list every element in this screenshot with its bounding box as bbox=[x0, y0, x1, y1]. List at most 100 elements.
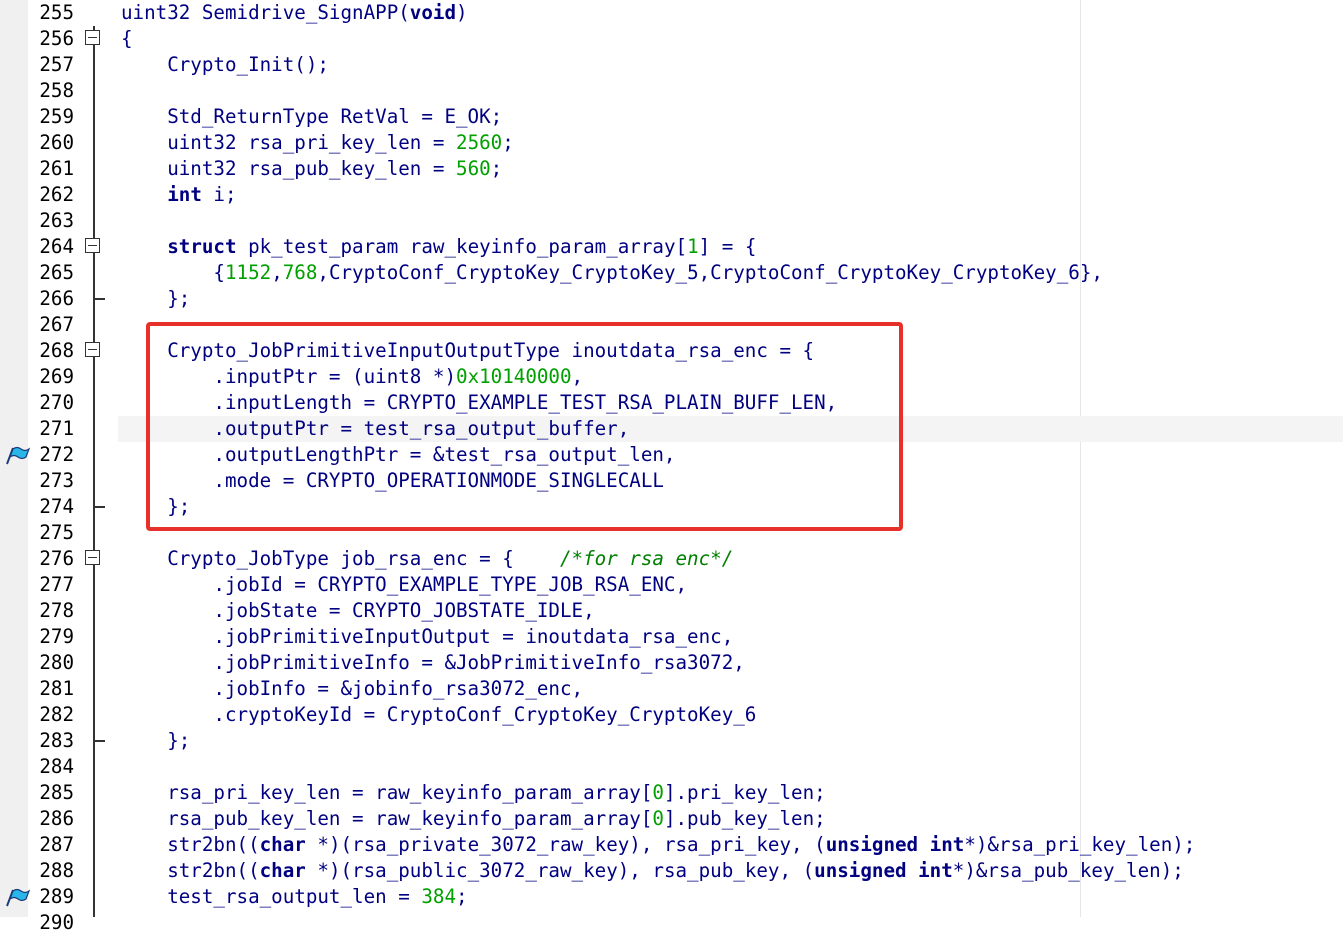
code-token: char bbox=[259, 859, 306, 882]
code-token: .outputPtr = test_rsa_output_buffer, bbox=[121, 417, 630, 440]
code-text[interactable]: uint32 Semidrive_SignAPP(void) bbox=[121, 0, 468, 26]
code-line[interactable]: 273 .mode = CRYPTO_OPERATIONMODE_SINGLEC… bbox=[0, 468, 1343, 494]
code-line[interactable]: 260 uint32 rsa_pri_key_len = 2560; bbox=[0, 130, 1343, 156]
code-token: test_rsa_output_len = bbox=[121, 885, 422, 908]
code-token: .jobPrimitiveInputOutput = inoutdata_rsa… bbox=[121, 625, 734, 648]
code-text[interactable]: }; bbox=[121, 728, 190, 754]
code-token: 768 bbox=[282, 261, 318, 284]
line-number: 265 bbox=[39, 261, 74, 284]
code-line[interactable]: 268 Crypto_JobPrimitiveInputOutputType i… bbox=[0, 338, 1343, 364]
line-number: 287 bbox=[39, 833, 74, 856]
line-number: 289 bbox=[39, 885, 74, 908]
code-text[interactable]: {1152,768,CryptoConf_CryptoKey_CryptoKey… bbox=[121, 260, 1103, 286]
code-text[interactable]: .jobPrimitiveInfo = &JobPrimitiveInfo_rs… bbox=[121, 650, 745, 676]
code-line[interactable]: 257 Crypto_Init(); bbox=[0, 52, 1343, 78]
code-line[interactable]: 276 Crypto_JobType job_rsa_enc = { /*for… bbox=[0, 546, 1343, 572]
code-line[interactable]: 281 .jobInfo = &jobinfo_rsa3072_enc, bbox=[0, 676, 1343, 702]
code-token: struct bbox=[167, 235, 237, 258]
code-text[interactable]: .outputLengthPtr = &test_rsa_output_len, bbox=[121, 442, 675, 468]
code-line[interactable]: 266 }; bbox=[0, 286, 1343, 312]
code-text[interactable]: .cryptoKeyId = CryptoConf_CryptoKey_Cryp… bbox=[121, 702, 756, 728]
code-text[interactable]: test_rsa_output_len = 384; bbox=[121, 884, 467, 910]
code-line[interactable]: 279 .jobPrimitiveInputOutput = inoutdata… bbox=[0, 624, 1343, 650]
code-token: .inputPtr = (uint8 *) bbox=[121, 365, 457, 388]
code-text[interactable]: Crypto_JobPrimitiveInputOutputType inout… bbox=[121, 338, 814, 364]
code-token: ) bbox=[456, 1, 468, 24]
code-token: unsigned int bbox=[814, 859, 953, 882]
fold-collapse-icon[interactable] bbox=[85, 238, 100, 253]
fold-collapse-icon[interactable] bbox=[85, 550, 100, 565]
code-text[interactable]: .jobPrimitiveInputOutput = inoutdata_rsa… bbox=[121, 624, 733, 650]
code-text[interactable]: str2bn((char *)(rsa_public_3072_raw_key)… bbox=[121, 858, 1184, 884]
code-editor[interactable]: 255 uint32 Semidrive_SignAPP(void) 256 {257… bbox=[0, 0, 1343, 934]
code-line[interactable]: 290 bbox=[0, 910, 1343, 936]
line-number: 266 bbox=[39, 287, 74, 310]
line-number: 259 bbox=[39, 105, 74, 128]
fold-collapse-icon[interactable] bbox=[85, 342, 100, 357]
code-line[interactable]: 269 .inputPtr = (uint8 *)0x10140000, bbox=[0, 364, 1343, 390]
code-text[interactable]: .jobInfo = &jobinfo_rsa3072_enc, bbox=[121, 676, 583, 702]
code-token: { bbox=[121, 261, 225, 284]
code-line[interactable]: 284 bbox=[0, 754, 1343, 780]
code-line[interactable]: 277 .jobId = CRYPTO_EXAMPLE_TYPE_JOB_RSA… bbox=[0, 572, 1343, 598]
fold-collapse-icon[interactable] bbox=[85, 30, 100, 45]
code-text[interactable]: .inputLength = CRYPTO_EXAMPLE_TEST_RSA_P… bbox=[121, 390, 837, 416]
code-line[interactable]: 275 bbox=[0, 520, 1343, 546]
code-text[interactable]: .mode = CRYPTO_OPERATIONMODE_SINGLECALL bbox=[121, 468, 664, 494]
code-token: .jobPrimitiveInfo = &JobPrimitiveInfo_rs… bbox=[121, 651, 745, 674]
code-line[interactable]: 278 .jobState = CRYPTO_JOBSTATE_IDLE, bbox=[0, 598, 1343, 624]
line-number: 288 bbox=[39, 859, 74, 882]
code-line[interactable]: 271 .outputPtr = test_rsa_output_buffer, bbox=[0, 416, 1343, 442]
code-text[interactable]: uint32 rsa_pri_key_len = 2560; bbox=[121, 130, 514, 156]
code-text[interactable]: .inputPtr = (uint8 *)0x10140000, bbox=[121, 364, 583, 390]
code-text[interactable]: str2bn((char *)(rsa_private_3072_raw_key… bbox=[121, 832, 1195, 858]
line-number: 262 bbox=[39, 183, 74, 206]
line-number: 276 bbox=[39, 547, 74, 570]
code-line[interactable]: 286 rsa_pub_key_len = raw_keyinfo_param_… bbox=[0, 806, 1343, 832]
code-line[interactable]: 262 int i; bbox=[0, 182, 1343, 208]
code-line[interactable]: 263 bbox=[0, 208, 1343, 234]
line-number: 278 bbox=[39, 599, 74, 622]
code-line[interactable]: 272 .outputLengthPtr = &test_rsa_output_… bbox=[0, 442, 1343, 468]
code-line[interactable]: 288 str2bn((char *)(rsa_public_3072_raw_… bbox=[0, 858, 1343, 884]
code-text[interactable]: { bbox=[121, 26, 133, 52]
line-number: 284 bbox=[39, 755, 74, 778]
code-line[interactable]: 255 uint32 Semidrive_SignAPP(void) bbox=[0, 0, 1343, 26]
code-line[interactable]: 287 str2bn((char *)(rsa_private_3072_raw… bbox=[0, 832, 1343, 858]
code-text[interactable]: Crypto_Init(); bbox=[121, 52, 329, 78]
code-line[interactable]: 274 }; bbox=[0, 494, 1343, 520]
code-line[interactable]: 289 test_rsa_output_len = 384; bbox=[0, 884, 1343, 910]
line-number: 256 bbox=[39, 27, 74, 50]
code-line[interactable]: 264 struct pk_test_param raw_keyinfo_par… bbox=[0, 234, 1343, 260]
code-line[interactable]: 280 .jobPrimitiveInfo = &JobPrimitiveInf… bbox=[0, 650, 1343, 676]
code-token: 560 bbox=[456, 157, 491, 180]
code-text[interactable]: uint32 rsa_pub_key_len = 560; bbox=[121, 156, 502, 182]
code-text[interactable]: .outputPtr = test_rsa_output_buffer, bbox=[121, 416, 629, 442]
code-token: .inputLength = CRYPTO_EXAMPLE_TEST_RSA_P… bbox=[121, 391, 838, 414]
code-line[interactable]: 256 { bbox=[0, 26, 1343, 52]
code-text[interactable]: int i; bbox=[121, 182, 237, 208]
code-line[interactable]: 270 .inputLength = CRYPTO_EXAMPLE_TEST_R… bbox=[0, 390, 1343, 416]
code-text[interactable]: }; bbox=[121, 494, 190, 520]
code-line[interactable]: 285 rsa_pri_key_len = raw_keyinfo_param_… bbox=[0, 780, 1343, 806]
line-number: 268 bbox=[39, 339, 74, 362]
code-line[interactable]: 258 bbox=[0, 78, 1343, 104]
code-line[interactable]: 261 uint32 rsa_pub_key_len = 560; bbox=[0, 156, 1343, 182]
code-token: i; bbox=[201, 183, 237, 206]
code-line[interactable]: 265 {1152,768,CryptoConf_CryptoKey_Crypt… bbox=[0, 260, 1343, 286]
code-line[interactable]: 259 Std_ReturnType RetVal = E_OK; bbox=[0, 104, 1343, 130]
code-text[interactable]: rsa_pri_key_len = raw_keyinfo_param_arra… bbox=[121, 780, 825, 806]
code-text[interactable]: Std_ReturnType RetVal = E_OK; bbox=[121, 104, 502, 130]
line-number: 273 bbox=[39, 469, 74, 492]
code-line[interactable]: 267 bbox=[0, 312, 1343, 338]
code-text[interactable]: struct pk_test_param raw_keyinfo_param_a… bbox=[121, 234, 756, 260]
code-text[interactable]: }; bbox=[121, 286, 190, 312]
code-line[interactable]: 283 }; bbox=[0, 728, 1343, 754]
code-text[interactable]: Crypto_JobType job_rsa_enc = { /*for rsa… bbox=[121, 546, 733, 572]
code-text[interactable]: .jobState = CRYPTO_JOBSTATE_IDLE, bbox=[121, 598, 595, 624]
code-text[interactable]: rsa_pub_key_len = raw_keyinfo_param_arra… bbox=[121, 806, 825, 832]
code-text[interactable]: .jobId = CRYPTO_EXAMPLE_TYPE_JOB_RSA_ENC… bbox=[121, 572, 687, 598]
code-line[interactable]: 282 .cryptoKeyId = CryptoConf_CryptoKey_… bbox=[0, 702, 1343, 728]
code-token: .jobState = CRYPTO_JOBSTATE_IDLE, bbox=[121, 599, 595, 622]
line-number: 260 bbox=[39, 131, 74, 154]
